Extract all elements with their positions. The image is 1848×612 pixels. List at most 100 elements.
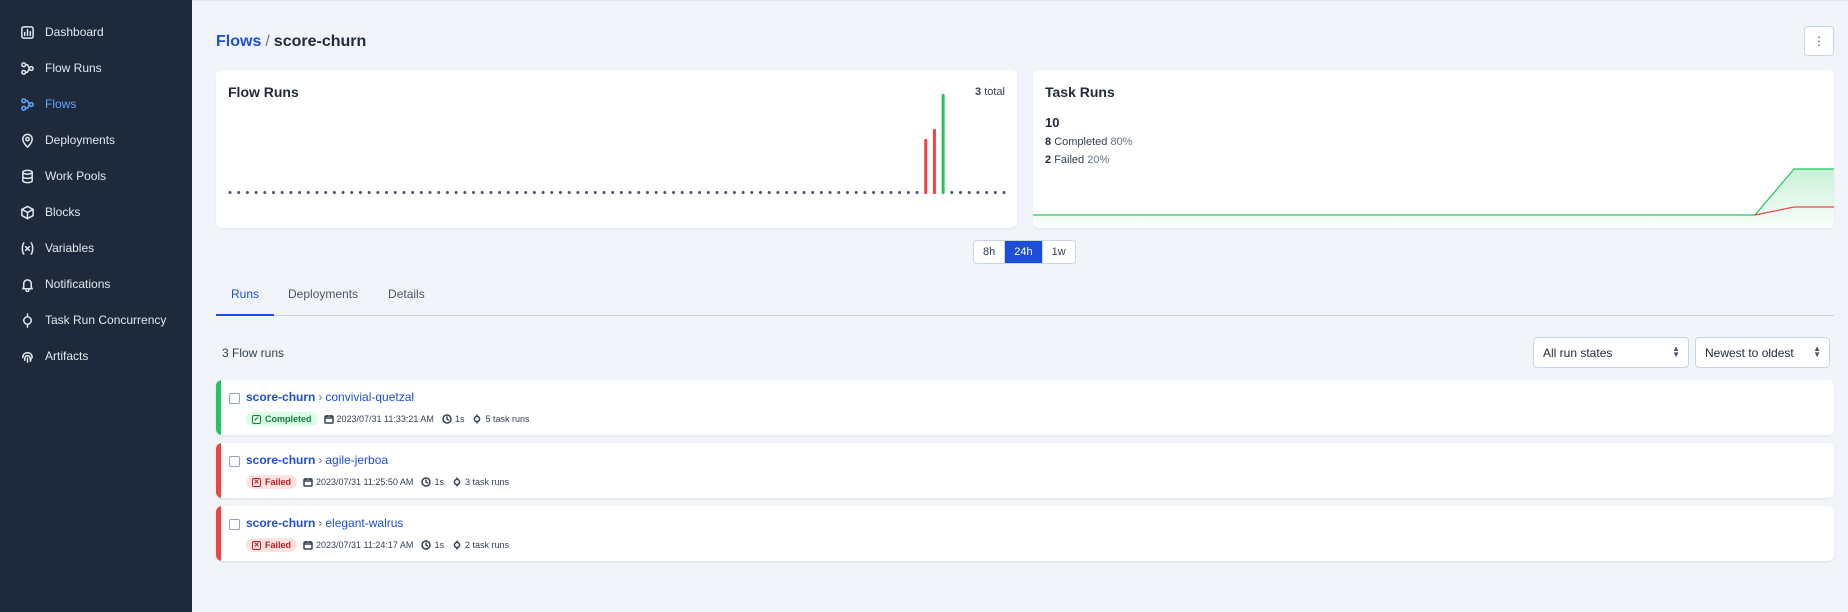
fingerprint-icon	[19, 348, 35, 364]
histogram-empty-dot	[880, 191, 884, 194]
histogram-empty-dot	[689, 191, 693, 194]
histogram-empty-dot	[872, 191, 876, 194]
clock-icon	[421, 477, 432, 487]
sidebar-item-flow-runs[interactable]: Flow Runs	[0, 50, 192, 86]
duration: 1s	[434, 540, 444, 550]
histogram-empty-dot	[793, 191, 797, 194]
chevron-right-icon: ›	[318, 516, 323, 530]
sidebar-item-deployments[interactable]: Deployments	[0, 122, 192, 158]
time-range-24h[interactable]: 24h	[1005, 241, 1043, 263]
run-task-runs[interactable]: 2 task runs	[452, 540, 509, 550]
sidebar-item-blocks[interactable]: Blocks	[0, 194, 192, 230]
histogram-empty-dot	[758, 191, 762, 194]
flow-runs-histogram	[228, 94, 1006, 194]
histogram-empty-dot	[602, 191, 606, 194]
histogram-empty-dot	[263, 191, 267, 194]
histogram-bar[interactable]	[932, 129, 936, 194]
histogram-empty-dot	[541, 191, 545, 194]
run-name-link[interactable]: agile-jerboa	[325, 453, 388, 467]
histogram-empty-dot	[228, 191, 232, 194]
histogram-empty-dot	[967, 191, 971, 194]
more-menu-button[interactable]: ⋮	[1804, 26, 1834, 56]
run-title: score-churn › agile-jerboa	[246, 453, 388, 467]
run-task-runs[interactable]: 5 task runs	[472, 414, 529, 424]
select-caret-icon: ▲ ▼	[1813, 344, 1821, 359]
histogram-empty-dot	[1002, 191, 1006, 194]
time-range-1w[interactable]: 1w	[1043, 241, 1075, 263]
status-icon: ✕	[252, 477, 261, 487]
flow-run-row[interactable]: score-churn › convivial-quetzal ✓ Completed 2…	[216, 380, 1834, 435]
histogram-empty-dot	[332, 191, 336, 194]
sidebar-item-label: Artifacts	[45, 349, 89, 363]
histogram-empty-dot	[619, 191, 623, 194]
flow-run-row[interactable]: score-churn › elegant-walrus ✕ Failed 2023/07…	[216, 506, 1834, 561]
histogram-empty-dot	[837, 191, 841, 194]
histogram-empty-dot	[376, 191, 380, 194]
sidebar-item-variables[interactable]: Variables	[0, 230, 192, 266]
histogram-empty-dot	[906, 191, 910, 194]
breadcrumb-flows-link[interactable]: Flows	[216, 33, 261, 50]
histogram-empty-dot	[472, 191, 476, 194]
status-label: Failed	[265, 477, 292, 487]
sidebar: Dashboard Flow Runs Flows Deployments Wo…	[0, 0, 192, 612]
histogram-bar[interactable]	[941, 94, 945, 194]
sidebar-item-task-run-concurrency[interactable]: Task Run Concurrency	[0, 302, 192, 338]
run-select-checkbox[interactable]	[229, 519, 240, 530]
run-meta: ✓ Completed 2023/07/31 11:33:21 AM 1s 5 task…	[246, 412, 537, 426]
flow-name-link[interactable]: score-churn	[246, 390, 315, 404]
sidebar-item-artifacts[interactable]: Artifacts	[0, 338, 192, 374]
histogram-bar[interactable]	[924, 139, 928, 194]
time-range-8h[interactable]: 8h	[974, 241, 1006, 263]
histogram-empty-dot	[271, 191, 275, 194]
sort-select[interactable]: Newest to oldest ▲ ▼	[1695, 337, 1830, 368]
run-select-checkbox[interactable]	[229, 456, 240, 467]
sidebar-item-notifications[interactable]: Notifications	[0, 266, 192, 302]
duration: 1s	[454, 414, 465, 424]
histogram-empty-dot	[576, 191, 580, 194]
task-runs-card: Task Runs 10 8 Completed 80% 2 Failed 20…	[1033, 70, 1834, 228]
run-select-checkbox[interactable]	[229, 393, 240, 404]
tabs: Runs Deployments Details	[216, 279, 1834, 316]
histogram-empty-dot	[489, 191, 493, 194]
histogram-empty-dot	[680, 191, 684, 194]
run-task-runs[interactable]: 3 task runs	[452, 477, 509, 487]
time-range-toggle: 8h 24h 1w	[973, 240, 1076, 264]
run-meta: ✕ Failed 2023/07/31 11:24:17 AM 1s 2 task ru…	[246, 538, 517, 552]
task-run-icon	[453, 540, 461, 550]
map-pin-icon	[19, 132, 35, 148]
histogram-empty-dot	[506, 191, 510, 194]
histogram-empty-dot	[315, 191, 319, 194]
run-name-link[interactable]: elegant-walrus	[325, 516, 403, 530]
run-state-filter[interactable]: All run states ▲ ▼	[1533, 337, 1689, 368]
histogram-empty-dot	[645, 191, 649, 194]
sidebar-item-work-pools[interactable]: Work Pools	[0, 158, 192, 194]
tab-runs[interactable]: Runs	[216, 279, 275, 316]
histogram-empty-dot	[976, 191, 980, 194]
status-badge: ✕ Failed	[246, 538, 298, 552]
sidebar-item-label: Notifications	[45, 277, 111, 291]
histogram-empty-dot	[628, 191, 632, 194]
variable-icon	[19, 240, 35, 256]
sidebar-item-flows[interactable]: Flows	[0, 86, 192, 122]
histogram-empty-dot	[280, 191, 284, 194]
histogram-empty-dot	[567, 191, 571, 194]
flow-name-link[interactable]: score-churn	[246, 516, 315, 530]
run-name-link[interactable]: convivial-quetzal	[325, 390, 414, 404]
flow-run-row[interactable]: score-churn › agile-jerboa ✕ Failed 2023/07/3…	[216, 443, 1834, 498]
tab-deployments[interactable]: Deployments	[288, 279, 358, 316]
histogram-empty-dot	[959, 191, 963, 194]
run-state-filter-value: All run states	[1543, 345, 1613, 360]
sidebar-item-label: Flows	[45, 97, 77, 111]
flow-runs-icon	[19, 60, 35, 76]
flow-runs-card: Flow Runs 3 total	[216, 70, 1017, 228]
status-badge: ✓ Completed	[246, 412, 318, 426]
tab-details[interactable]: Details	[388, 279, 425, 316]
run-duration: 1s	[421, 540, 444, 550]
main-content: Flows / score-churn ⋮ Flow Runs 3 total Ta…	[192, 0, 1848, 612]
sort-select-value: Newest to oldest	[1705, 345, 1794, 360]
flow-name-link[interactable]: score-churn	[246, 453, 315, 467]
sidebar-item-dashboard[interactable]: Dashboard	[0, 14, 192, 50]
histogram-empty-dot	[524, 191, 528, 194]
histogram-empty-dot	[480, 191, 484, 194]
histogram-empty-dot	[237, 191, 241, 194]
